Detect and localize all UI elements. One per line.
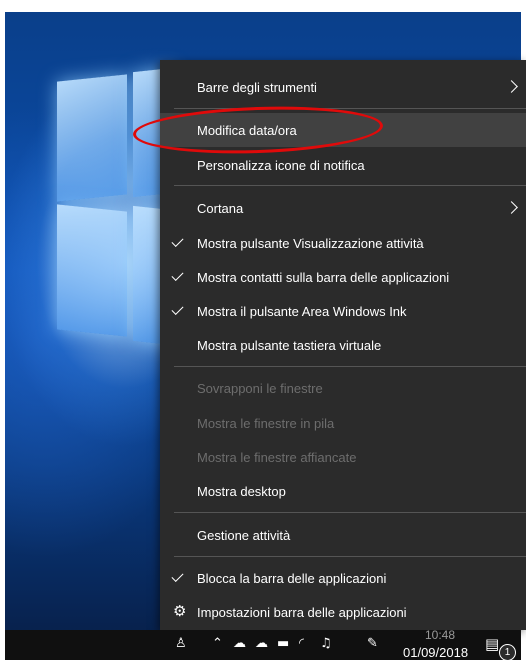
battery-icon[interactable]: ▬	[277, 636, 289, 652]
menu-item-label: Gestione attività	[197, 527, 291, 543]
menu-item-show-people-on-taskbar[interactable]: Mostra contatti sulla barra delle applic…	[160, 260, 526, 294]
menu-item-show-task-view-button[interactable]: Mostra pulsante Visualizzazione attività	[160, 226, 526, 260]
menu-item-toolbars[interactable]: Barre degli strumenti	[160, 70, 526, 104]
menu-separator	[174, 512, 526, 513]
menu-item-task-manager[interactable]: Gestione attività	[160, 518, 526, 552]
menu-item-label: Mostra il pulsante Area Windows Ink	[197, 303, 407, 319]
menu-item-taskbar-settings[interactable]: ⚙ Impostazioni barra delle applicazioni	[160, 595, 526, 629]
menu-item-label: Mostra pulsante tastiera virtuale	[197, 337, 382, 353]
menu-separator	[174, 108, 526, 109]
chevron-right-icon	[505, 80, 518, 93]
menu-item-customize-notification-icons[interactable]: Personalizza icone di notifica	[160, 148, 526, 182]
clock-date[interactable]: 01/09/2018	[403, 645, 468, 660]
menu-item-label: Barre degli strumenti	[197, 79, 317, 95]
wifi-icon[interactable]: ◜	[299, 636, 304, 652]
pen-icon[interactable]: ✎	[367, 636, 378, 652]
windows-logo-pane-top-left	[57, 74, 127, 202]
clock-time[interactable]: 10:48	[425, 628, 455, 642]
people-icon[interactable]: ♙	[175, 636, 187, 652]
menu-item-show-touch-keyboard-button[interactable]: Mostra pulsante tastiera virtuale	[160, 328, 526, 362]
menu-item-label: Impostazioni barra delle applicazioni	[197, 604, 407, 620]
menu-item-show-windows-ink-button[interactable]: Mostra il pulsante Area Windows Ink	[160, 294, 526, 328]
taskbar: ♙ ⌃ ☁ ☁ ▬ ◜ ♫ ✎ 10:48 01/09/2018 ▤ 1	[5, 628, 521, 661]
notification-count-badge: 1	[499, 644, 516, 661]
menu-item-label: Mostra le finestre affiancate	[197, 449, 357, 465]
menu-item-lock-taskbar[interactable]: Blocca la barra delle applicazioni	[160, 561, 526, 595]
volume-icon[interactable]: ♫	[320, 636, 332, 652]
notification-center-icon[interactable]: ▤	[485, 636, 499, 652]
menu-item-label: Mostra contatti sulla barra delle applic…	[197, 269, 450, 285]
chevron-right-icon	[505, 201, 518, 214]
menu-item-show-desktop[interactable]: Mostra desktop	[160, 474, 526, 508]
menu-item-label: Personalizza icone di notifica	[197, 157, 365, 173]
menu-separator	[174, 185, 526, 186]
menu-item-cortana[interactable]: Cortana	[160, 191, 526, 225]
menu-item-label: Mostra pulsante Visualizzazione attività	[197, 235, 424, 251]
menu-separator	[174, 556, 526, 557]
menu-item-label: Modifica data/ora	[197, 122, 297, 138]
onedrive-icon[interactable]: ☁	[233, 636, 246, 652]
menu-separator	[174, 366, 526, 367]
taskbar-context-menu: Barre degli strumenti Modifica data/ora …	[160, 60, 526, 630]
menu-item-label: Sovrapponi le finestre	[197, 380, 323, 396]
menu-item-cascade-windows: Sovrapponi le finestre	[160, 371, 526, 405]
checkmark-icon	[171, 234, 184, 248]
menu-item-label: Mostra le finestre in pila	[197, 415, 335, 431]
menu-item-show-windows-side-by-side: Mostra le finestre affiancate	[160, 440, 526, 474]
checkmark-icon	[171, 302, 184, 316]
menu-item-label: Cortana	[197, 200, 244, 216]
menu-item-adjust-date-time[interactable]: Modifica data/ora	[160, 113, 526, 147]
windows-logo-pane-bottom-left	[57, 204, 127, 337]
chevron-up-icon[interactable]: ⌃	[212, 636, 223, 652]
checkmark-icon	[171, 569, 184, 583]
cloud-upload-icon[interactable]: ☁	[255, 636, 268, 652]
gear-icon: ⚙	[173, 603, 187, 620]
menu-item-show-windows-stacked: Mostra le finestre in pila	[160, 406, 526, 440]
checkmark-icon	[171, 268, 184, 282]
menu-item-label: Mostra desktop	[197, 483, 286, 499]
menu-item-label: Blocca la barra delle applicazioni	[197, 570, 387, 586]
